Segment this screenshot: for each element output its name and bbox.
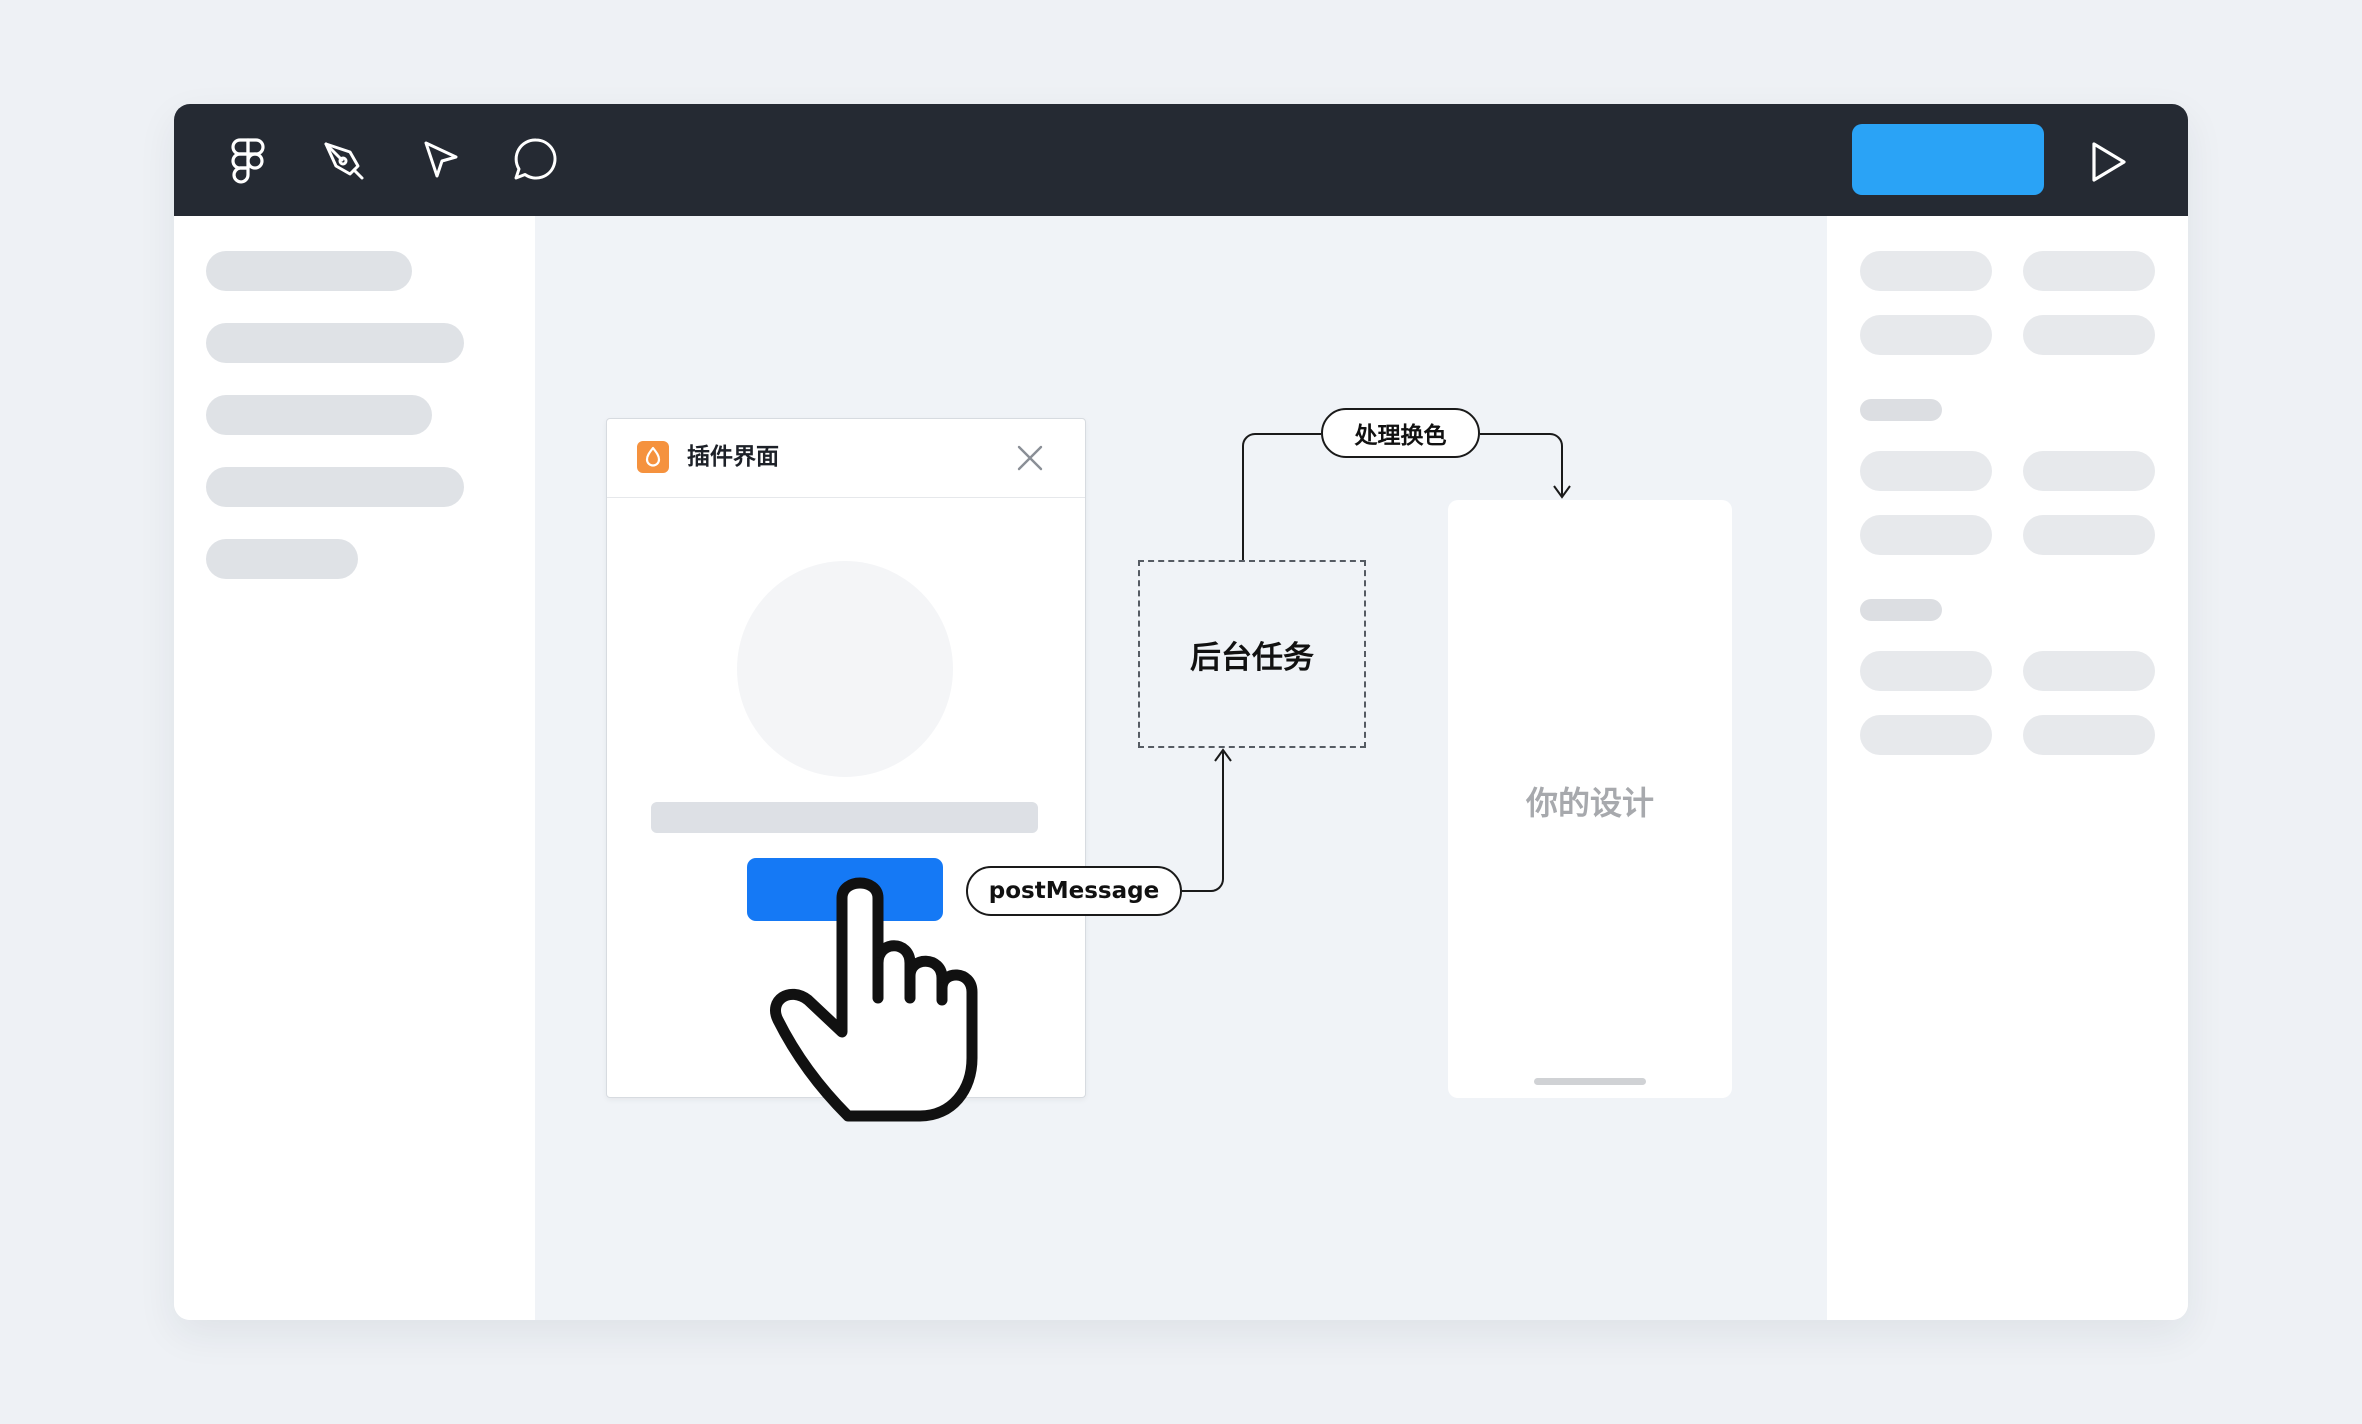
- property-placeholder[interactable]: [1860, 715, 1992, 755]
- input-placeholder[interactable]: [651, 802, 1038, 833]
- property-placeholder[interactable]: [2023, 651, 2155, 691]
- plugin-header: 插件界面: [607, 419, 1085, 498]
- pen-tool-icon[interactable]: [314, 130, 374, 190]
- layer-placeholder[interactable]: [206, 467, 464, 507]
- play-icon[interactable]: [2080, 134, 2136, 190]
- property-placeholder[interactable]: [1860, 515, 1992, 555]
- property-placeholder[interactable]: [2023, 515, 2155, 555]
- property-placeholder[interactable]: [1860, 251, 1992, 291]
- comment-icon[interactable]: [506, 130, 566, 190]
- design-frame[interactable]: 你的设计: [1448, 500, 1732, 1098]
- layer-placeholder[interactable]: [206, 323, 464, 363]
- plugin-title: 插件界面: [687, 444, 779, 470]
- pointer-icon[interactable]: [410, 130, 470, 190]
- share-button[interactable]: [1852, 124, 2044, 195]
- layer-placeholder[interactable]: [206, 251, 412, 291]
- property-placeholder[interactable]: [1860, 651, 1992, 691]
- section-heading-placeholder: [1860, 399, 1942, 421]
- image-placeholder: [737, 561, 953, 777]
- properties-panel: [1827, 216, 2188, 1320]
- toolbar: [174, 104, 2188, 216]
- droplet-icon: [637, 441, 669, 473]
- property-placeholder[interactable]: [1860, 315, 1992, 355]
- property-placeholder[interactable]: [2023, 251, 2155, 291]
- close-icon[interactable]: [1011, 439, 1049, 477]
- design-label: 你的设计: [1525, 784, 1654, 822]
- property-placeholder[interactable]: [2023, 451, 2155, 491]
- layer-placeholder[interactable]: [206, 539, 358, 579]
- figma-logo-icon[interactable]: [218, 130, 278, 190]
- background-task-box: 后台任务: [1138, 560, 1366, 748]
- layers-panel: [174, 216, 535, 1320]
- property-placeholder[interactable]: [2023, 715, 2155, 755]
- recolor-label: 处理换色: [1321, 408, 1480, 458]
- background-task-label: 后台任务: [1190, 639, 1314, 676]
- hand-pointer-icon: [760, 868, 1000, 1128]
- home-indicator: [1534, 1078, 1646, 1085]
- layer-placeholder[interactable]: [206, 395, 432, 435]
- property-placeholder[interactable]: [2023, 315, 2155, 355]
- property-placeholder[interactable]: [1860, 451, 1992, 491]
- section-heading-placeholder: [1860, 599, 1942, 621]
